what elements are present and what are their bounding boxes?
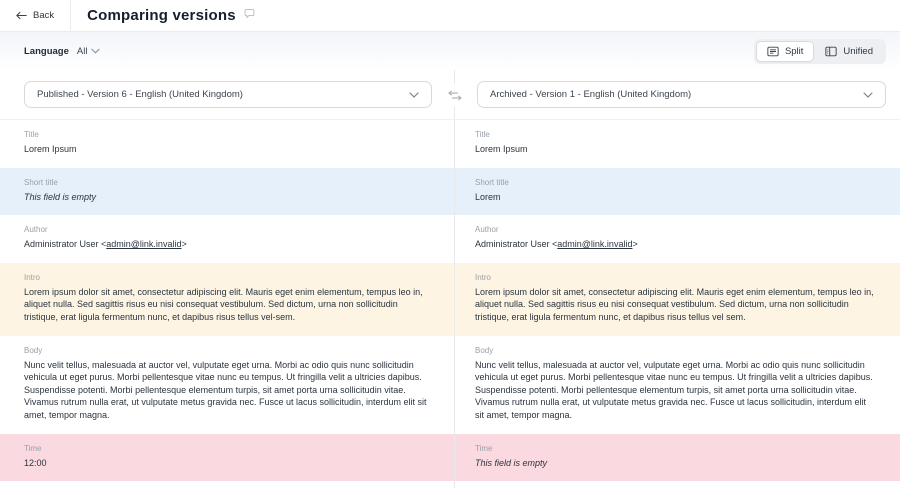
chevron-down-icon	[409, 92, 419, 98]
split-view-icon	[767, 46, 779, 57]
view-mode-split[interactable]: Split	[757, 42, 813, 61]
field-label: Intro	[475, 273, 876, 282]
language-value: All	[77, 46, 88, 57]
field-label: Author	[24, 225, 434, 234]
page-title: Comparing versions	[87, 7, 236, 24]
field-label: Short title	[475, 178, 876, 187]
field-value: Lorem ipsum dolor sit amet, consectetur …	[24, 286, 434, 324]
author-email-link[interactable]: admin@link.invalid	[557, 239, 632, 249]
field-cell: Body Nunc velit tellus, malesuada at auc…	[0, 336, 455, 434]
field-cell: Intro Lorem ipsum dolor sit amet, consec…	[0, 263, 455, 336]
right-selector-cell: Archived - Version 1 - English (United K…	[455, 70, 900, 120]
right-version-dropdown[interactable]: Archived - Version 1 - English (United K…	[477, 81, 886, 108]
comment-icon	[244, 8, 255, 19]
field-label: Author	[475, 225, 876, 234]
chevron-down-icon	[863, 92, 873, 98]
field-cell: Time This field is empty	[455, 434, 900, 482]
field-value: This field is empty	[24, 191, 434, 204]
swap-icon	[448, 90, 462, 101]
language-dropdown[interactable]: All	[77, 46, 101, 57]
field-label: Time	[475, 444, 876, 453]
header-divider	[70, 0, 71, 31]
bottom-spacer	[455, 481, 900, 488]
chevron-down-icon	[91, 48, 100, 54]
field-value: Administrator User <admin@link.invalid>	[475, 238, 876, 251]
unified-view-icon	[825, 46, 837, 57]
bottom-spacer	[0, 481, 455, 488]
field-label: Body	[24, 346, 434, 355]
field-cell: Author Administrator User <admin@link.in…	[455, 215, 900, 263]
left-version-label: Published - Version 6 - English (United …	[37, 89, 243, 100]
view-mode-unified[interactable]: Unified	[815, 42, 883, 61]
field-cell: Short title Lorem	[455, 168, 900, 216]
field-label: Time	[24, 444, 434, 453]
author-email-link[interactable]: admin@link.invalid	[106, 239, 181, 249]
toolbar: Language All Split Unified	[0, 32, 900, 70]
field-cell: Title Lorem Ipsum	[0, 120, 455, 168]
field-cell: Short title This field is empty	[0, 168, 455, 216]
language-selector: Language All	[24, 46, 100, 57]
field-value: Lorem Ipsum	[24, 143, 434, 156]
back-label: Back	[33, 10, 54, 21]
back-arrow-icon	[16, 11, 27, 20]
field-cell: Body Nunc velit tellus, malesuada at auc…	[455, 336, 900, 434]
view-mode-label: Split	[785, 46, 803, 57]
field-value: This field is empty	[475, 457, 876, 470]
field-cell: Time 12:00	[0, 434, 455, 482]
field-value: Administrator User <admin@link.invalid>	[24, 238, 434, 251]
comparison-grid: Published - Version 6 - English (United …	[0, 70, 900, 488]
left-version-dropdown[interactable]: Published - Version 6 - English (United …	[24, 81, 432, 108]
field-value: Nunc velit tellus, malesuada at auctor v…	[475, 359, 876, 422]
view-mode-label: Unified	[843, 46, 873, 57]
field-value: Nunc velit tellus, malesuada at auctor v…	[24, 359, 434, 422]
field-label: Title	[475, 130, 876, 139]
field-value: 12:00	[24, 457, 434, 470]
field-label: Title	[24, 130, 434, 139]
field-label: Intro	[24, 273, 434, 282]
field-label: Body	[475, 346, 876, 355]
field-value: Lorem ipsum dolor sit amet, consectetur …	[475, 286, 876, 324]
field-cell: Intro Lorem ipsum dolor sit amet, consec…	[455, 263, 900, 336]
view-mode-toggle: Split Unified	[754, 39, 886, 64]
right-version-label: Archived - Version 1 - English (United K…	[490, 89, 691, 100]
field-cell: Author Administrator User <admin@link.in…	[0, 215, 455, 263]
back-button[interactable]: Back	[0, 0, 70, 31]
left-selector-cell: Published - Version 6 - English (United …	[0, 70, 455, 120]
top-header: Back Comparing versions	[0, 0, 900, 32]
field-value: Lorem Ipsum	[475, 143, 876, 156]
language-label: Language	[24, 46, 69, 57]
field-value: Lorem	[475, 191, 876, 204]
field-label: Short title	[24, 178, 434, 187]
field-cell: Title Lorem Ipsum	[455, 120, 900, 168]
swap-versions-button[interactable]	[442, 84, 468, 106]
